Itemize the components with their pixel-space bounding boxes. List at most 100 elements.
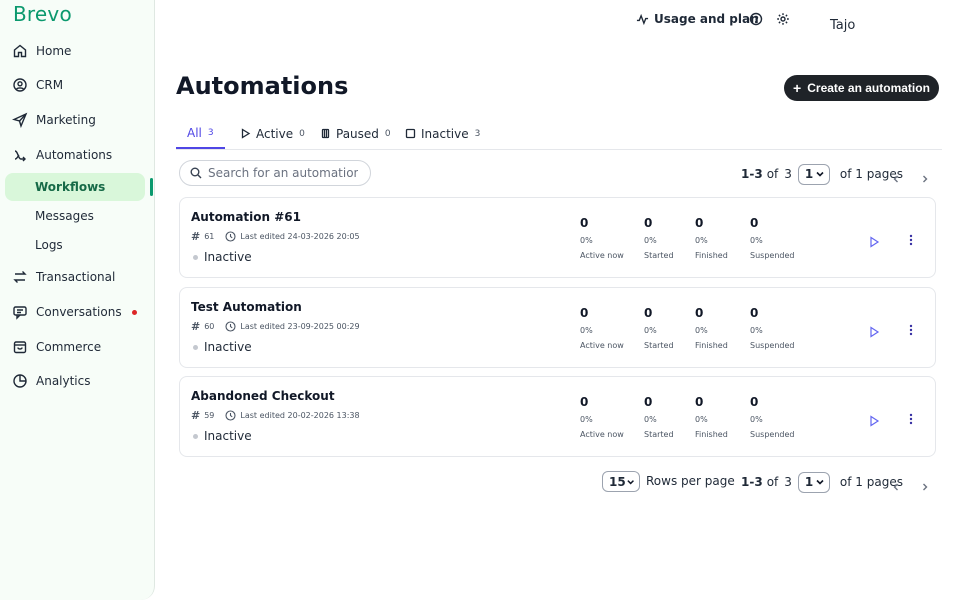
stat-started: 0 0% Started bbox=[644, 216, 674, 260]
more-options-icon[interactable] bbox=[907, 232, 915, 246]
stat-label: Started bbox=[644, 341, 674, 350]
stat-value: 0 bbox=[750, 306, 759, 320]
stat-value: 0 bbox=[580, 216, 589, 230]
tab-count: 0 bbox=[299, 128, 305, 139]
brevo-logo[interactable]: Brevo bbox=[13, 2, 72, 26]
last-edited: Last edited 23-09-2025 00:29 bbox=[240, 322, 360, 331]
prev-page-icon[interactable] bbox=[891, 477, 901, 491]
stat-percent: 0% bbox=[580, 236, 593, 245]
stat-label: Finished bbox=[695, 251, 728, 260]
sidebar-item-label: CRM bbox=[36, 78, 64, 92]
automation-card[interactable]: Test Automation # 60 Last edited 23-09-2… bbox=[179, 287, 936, 368]
sidebar-item-analytics[interactable]: Analytics bbox=[0, 366, 150, 396]
sidebar-subitem-logs[interactable]: Logs bbox=[5, 231, 145, 259]
play-icon[interactable] bbox=[868, 412, 880, 427]
chart-icon bbox=[12, 373, 28, 389]
automation-name[interactable]: Automation #61 bbox=[191, 210, 301, 224]
gear-icon[interactable] bbox=[776, 11, 790, 25]
tab-inactive[interactable]: Inactive 3 bbox=[405, 118, 480, 149]
sidebar-item-automations[interactable]: Automations bbox=[0, 140, 150, 170]
tab-count: 3 bbox=[207, 127, 214, 138]
clock-icon bbox=[225, 410, 236, 421]
plus-icon: + bbox=[793, 80, 802, 96]
stat-value: 0 bbox=[580, 306, 589, 320]
sidebar-subitem-messages[interactable]: Messages bbox=[5, 202, 145, 230]
stat-finished: 0 0% Finished bbox=[695, 395, 728, 439]
help-icon[interactable] bbox=[749, 11, 763, 26]
stat-value: 0 bbox=[750, 395, 759, 409]
automation-meta: # 61 Last edited 24-03-2026 20:05 bbox=[191, 230, 360, 243]
stat-value: 0 bbox=[695, 395, 704, 409]
tab-label: All bbox=[187, 125, 202, 140]
search-input[interactable] bbox=[208, 166, 358, 180]
page-select[interactable]: 1 bbox=[797, 471, 830, 493]
automation-name[interactable]: Abandoned Checkout bbox=[191, 389, 335, 403]
pagination-of: of bbox=[766, 167, 779, 181]
sidebar-item-crm[interactable]: CRM bbox=[0, 70, 150, 100]
page-title: Automations bbox=[176, 72, 349, 100]
sidebar-item-conversations[interactable]: Conversations bbox=[0, 297, 150, 327]
play-icon[interactable] bbox=[868, 323, 880, 338]
stat-suspended: 0 0% Suspended bbox=[750, 216, 794, 260]
tab-all[interactable]: All 3 bbox=[176, 118, 225, 149]
next-page-icon[interactable] bbox=[920, 477, 930, 491]
last-edited: Last edited 20-02-2026 13:38 bbox=[240, 411, 360, 420]
stat-label: Suspended bbox=[750, 251, 795, 260]
pagination-range: 1-3 bbox=[741, 475, 763, 489]
tab-active[interactable]: Active 0 bbox=[240, 118, 305, 149]
pagination-top: 1-3 of 3 1 of 1 pages bbox=[741, 163, 903, 185]
more-options-icon[interactable] bbox=[907, 322, 915, 336]
usage-and-plan-link[interactable]: Usage and plan bbox=[636, 10, 759, 28]
stat-label: Started bbox=[644, 430, 674, 439]
prev-page-icon[interactable] bbox=[891, 169, 901, 183]
user-name[interactable]: Tajo bbox=[830, 18, 855, 33]
sidebar-item-transactional[interactable]: Transactional bbox=[0, 262, 150, 292]
stat-label: Finished bbox=[695, 430, 728, 439]
stat-label: Active now bbox=[580, 251, 624, 260]
stat-started: 0 0% Started bbox=[644, 395, 674, 439]
pagination-range: 1-3 bbox=[741, 167, 763, 181]
page-select-value: 1 bbox=[804, 475, 814, 489]
automation-card[interactable]: Abandoned Checkout # 59 Last edited 20-0… bbox=[179, 376, 936, 457]
status-dot bbox=[193, 254, 198, 260]
sidebar-item-label: Transactional bbox=[36, 270, 116, 284]
create-automation-button[interactable]: + Create an automation bbox=[784, 75, 939, 101]
clock-icon bbox=[225, 321, 236, 332]
tab-count: 0 bbox=[384, 128, 391, 139]
sidebar-subitem-workflows[interactable]: Workflows bbox=[5, 173, 145, 201]
next-page-icon[interactable] bbox=[920, 169, 930, 183]
square-icon bbox=[405, 128, 416, 139]
stat-percent: 0% bbox=[580, 326, 593, 335]
sidebar-subitem-label: Messages bbox=[35, 209, 94, 223]
sidebar-item-marketing[interactable]: Marketing bbox=[0, 105, 150, 135]
tab-paused[interactable]: Paused 0 bbox=[320, 118, 391, 149]
automation-meta: # 59 Last edited 20-02-2026 13:38 bbox=[191, 409, 360, 422]
automation-name[interactable]: Test Automation bbox=[191, 300, 302, 314]
chevron-down-icon bbox=[816, 171, 824, 177]
rows-per-page-select[interactable]: 15 bbox=[602, 471, 640, 492]
stat-started: 0 0% Started bbox=[644, 306, 674, 350]
status-tabs: All 3 Active 0 Paused 0 Inactive 3 bbox=[176, 118, 942, 150]
chat-icon bbox=[12, 304, 28, 320]
last-edited: Last edited 24-03-2026 20:05 bbox=[240, 232, 360, 241]
sidebar-item-label: Home bbox=[36, 44, 72, 58]
page-select[interactable]: 1 bbox=[797, 163, 830, 185]
automation-icon bbox=[12, 147, 28, 163]
stat-percent: 0% bbox=[750, 236, 763, 245]
activity-icon bbox=[636, 13, 649, 25]
sidebar-subitem-label: Workflows bbox=[35, 180, 106, 194]
pagination-total: 3 bbox=[784, 167, 792, 181]
more-options-icon[interactable] bbox=[907, 411, 915, 425]
sidebar-item-home[interactable]: Home bbox=[0, 36, 150, 66]
play-icon[interactable] bbox=[868, 233, 880, 248]
hash-icon: # bbox=[191, 230, 201, 243]
stat-percent: 0% bbox=[644, 236, 657, 245]
stat-value: 0 bbox=[580, 395, 589, 409]
automation-card[interactable]: Automation #61 # 61 Last edited 24-03-20… bbox=[179, 197, 936, 278]
automation-status: Inactive bbox=[193, 429, 252, 443]
search-icon bbox=[190, 167, 202, 179]
stat-active-now: 0 0% Active now bbox=[580, 216, 624, 260]
sidebar-item-label: Analytics bbox=[36, 374, 91, 388]
search-box bbox=[179, 160, 371, 186]
sidebar-item-commerce[interactable]: Commerce bbox=[0, 332, 150, 362]
